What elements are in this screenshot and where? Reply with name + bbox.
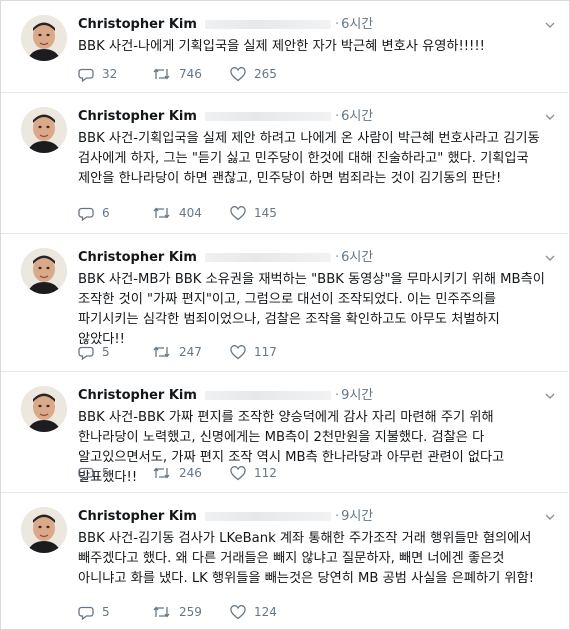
heart-icon bbox=[230, 604, 246, 619]
retweet-count: 247 bbox=[179, 345, 202, 359]
reply-button[interactable]: 32 bbox=[78, 65, 117, 83]
reply-icon bbox=[78, 467, 94, 481]
timestamp[interactable]: 6시간 bbox=[341, 109, 373, 124]
retweet-button[interactable]: 246 bbox=[152, 464, 202, 482]
tweet-header: Christopher Kim · 6시간 bbox=[78, 15, 556, 35]
chevron-down-icon[interactable] bbox=[544, 19, 556, 31]
tweet-header: Christopher Kim · 9시간 bbox=[78, 507, 556, 527]
handle-redacted bbox=[204, 112, 331, 121]
heart-icon bbox=[230, 465, 246, 480]
handle-redacted bbox=[204, 20, 331, 29]
retweet-button[interactable]: 259 bbox=[152, 603, 202, 621]
tweet[interactable]: Christopher Kim · 6시간 BBK 사건-MB가 BBK 소유권을 … bbox=[1, 234, 568, 372]
reply-count: 5 bbox=[102, 466, 110, 480]
avatar[interactable] bbox=[21, 248, 67, 294]
handle-redacted bbox=[204, 253, 331, 262]
reply-count: 32 bbox=[102, 67, 118, 81]
tweet-text: BBK 사건-BBK 가짜 편지를 조작한 양승덕에게 감사 자리 마련해 주기… bbox=[78, 410, 505, 485]
retweet-icon bbox=[153, 467, 170, 479]
avatar-photo bbox=[21, 15, 67, 61]
retweet-count: 404 bbox=[179, 206, 202, 220]
author-name[interactable]: Christopher Kim bbox=[78, 388, 197, 403]
chevron-down-icon[interactable] bbox=[544, 111, 556, 123]
avatar-photo bbox=[21, 107, 67, 153]
tweet-header: Christopher Kim · 9시간 bbox=[78, 386, 556, 406]
reply-button[interactable]: 5 bbox=[78, 464, 110, 482]
retweet-count: 746 bbox=[179, 67, 202, 81]
retweet-icon bbox=[153, 68, 170, 80]
author-name[interactable]: Christopher Kim bbox=[78, 509, 197, 524]
avatar-photo bbox=[21, 386, 67, 432]
timestamp[interactable]: 9시간 bbox=[341, 388, 373, 403]
heart-icon bbox=[230, 66, 246, 81]
retweet-icon bbox=[153, 207, 170, 219]
retweet-button[interactable]: 746 bbox=[152, 65, 202, 83]
like-button[interactable]: 117 bbox=[230, 343, 277, 361]
author-name[interactable]: Christopher Kim bbox=[78, 250, 197, 265]
tweet[interactable]: Christopher Kim · 6시간 BBK 사건-기획입국을 실제 제안 하… bbox=[1, 93, 568, 234]
avatar-photo bbox=[21, 507, 67, 553]
tweet-text: BBK 사건-김기동 검사가 LKeBank 계좌 통해한 주가조작 거래 행위… bbox=[78, 531, 534, 586]
retweet-button[interactable]: 247 bbox=[152, 343, 202, 361]
avatar-photo bbox=[21, 248, 67, 294]
retweet-icon bbox=[153, 346, 170, 358]
reply-count: 5 bbox=[102, 345, 110, 359]
like-button[interactable]: 145 bbox=[230, 204, 277, 222]
reply-count: 6 bbox=[102, 206, 110, 220]
like-count: 124 bbox=[254, 605, 277, 619]
like-count: 112 bbox=[254, 466, 277, 480]
like-button[interactable]: 112 bbox=[230, 464, 277, 482]
chevron-down-icon[interactable] bbox=[544, 252, 556, 264]
reply-button[interactable]: 5 bbox=[78, 343, 110, 361]
tweet-header: Christopher Kim · 6시간 bbox=[78, 107, 556, 127]
timestamp[interactable]: 6시간 bbox=[341, 17, 373, 32]
avatar[interactable] bbox=[21, 107, 67, 153]
like-button[interactable]: 124 bbox=[230, 603, 277, 621]
tweet[interactable]: Christopher Kim · 9시간 BBK 사건-BBK 가짜 편지를 조작… bbox=[1, 372, 568, 493]
heart-icon bbox=[230, 344, 246, 359]
tweet-text: BBK 사건-기획입국을 실제 제안 하려고 나에게 온 사람이 박근혜 번호사… bbox=[78, 131, 540, 186]
heart-icon bbox=[230, 205, 246, 220]
reply-icon bbox=[78, 606, 94, 620]
avatar[interactable] bbox=[21, 386, 67, 432]
like-count: 145 bbox=[254, 206, 277, 220]
reply-button[interactable]: 5 bbox=[78, 603, 110, 621]
tweet-text: BBK 사건-나에게 기획입국을 실제 제안한 자가 박근혜 변호사 유영하!!… bbox=[78, 39, 485, 54]
timestamp[interactable]: 9시간 bbox=[341, 509, 373, 524]
reply-icon bbox=[78, 346, 94, 360]
reply-icon bbox=[78, 68, 94, 82]
retweet-count: 259 bbox=[179, 605, 202, 619]
tweet[interactable]: Christopher Kim · 9시간 BBK 사건-김기동 검사가 LKeBa… bbox=[1, 493, 568, 628]
retweet-button[interactable]: 404 bbox=[152, 204, 202, 222]
avatar[interactable] bbox=[21, 507, 67, 553]
timestamp[interactable]: 6시간 bbox=[341, 250, 373, 265]
like-count: 117 bbox=[254, 345, 277, 359]
reply-icon bbox=[78, 207, 94, 221]
avatar[interactable] bbox=[21, 15, 67, 61]
handle-redacted bbox=[204, 512, 331, 521]
tweet-header: Christopher Kim · 6시간 bbox=[78, 248, 556, 268]
chevron-down-icon[interactable] bbox=[544, 511, 556, 523]
handle-redacted bbox=[204, 391, 331, 400]
like-button[interactable]: 265 bbox=[230, 65, 277, 83]
chevron-down-icon[interactable] bbox=[544, 390, 556, 402]
reply-button[interactable]: 6 bbox=[78, 204, 110, 222]
tweet[interactable]: Christopher Kim · 6시간 BBK 사건-나에게 기획입국을 실제 … bbox=[1, 1, 568, 93]
retweet-count: 246 bbox=[179, 466, 202, 480]
retweet-icon bbox=[153, 606, 170, 618]
like-count: 265 bbox=[254, 67, 277, 81]
reply-count: 5 bbox=[102, 605, 110, 619]
author-name[interactable]: Christopher Kim bbox=[78, 17, 197, 32]
author-name[interactable]: Christopher Kim bbox=[78, 109, 197, 124]
tweet-text: BBK 사건-MB가 BBK 소유권을 재벅하는 "BBK 동영상"을 무마시키… bbox=[78, 272, 545, 347]
